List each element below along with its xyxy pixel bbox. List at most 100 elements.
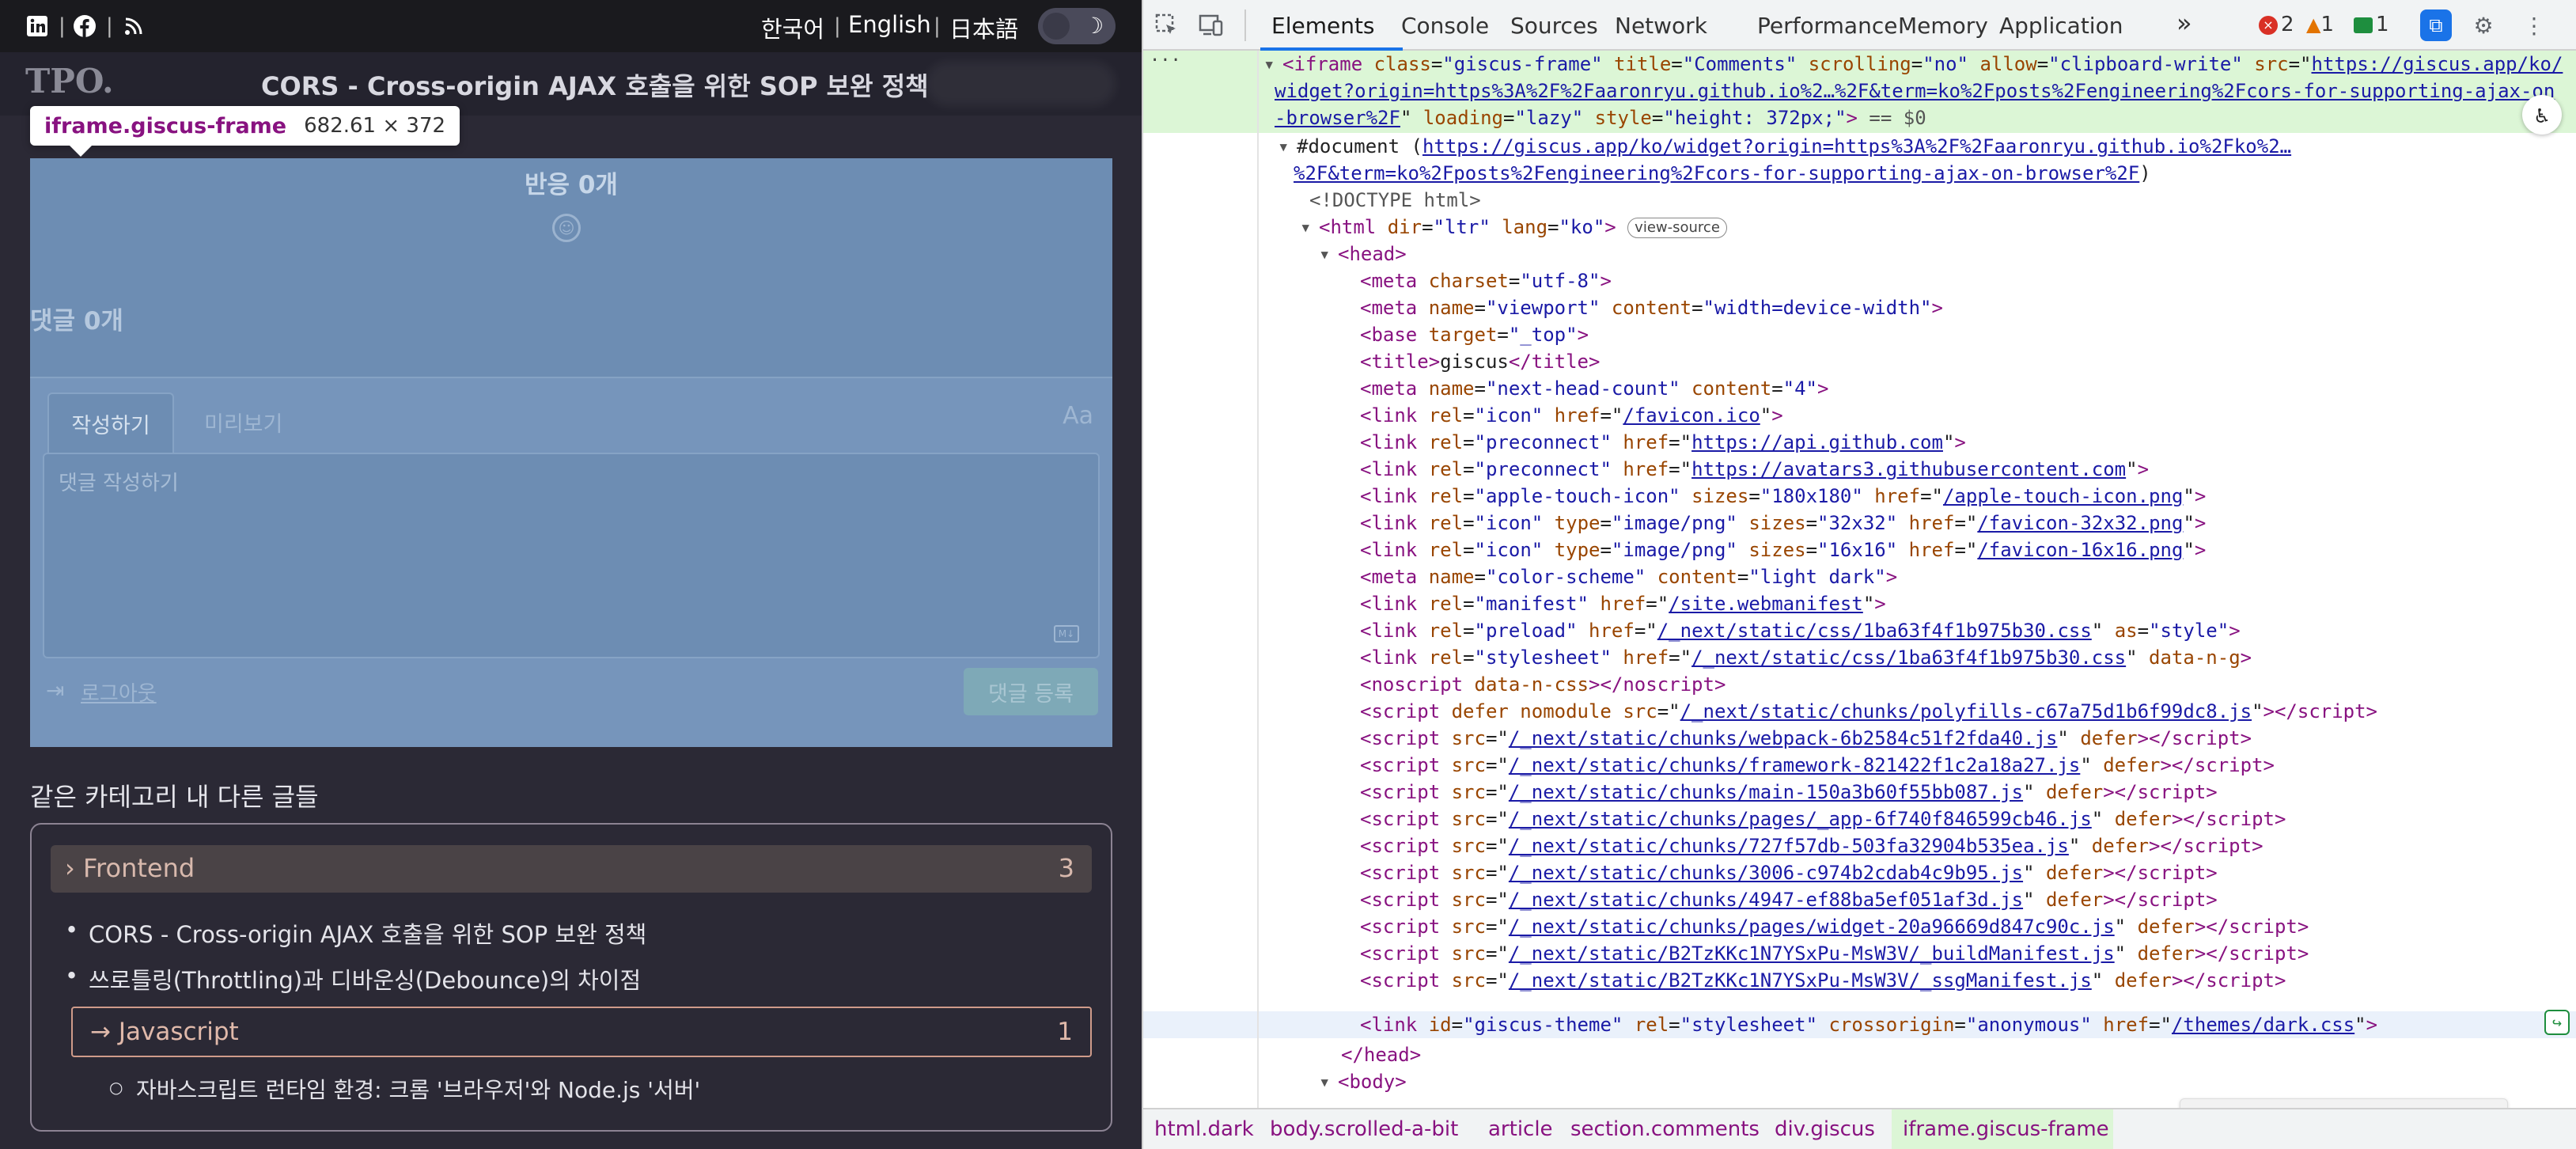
dom-node-link[interactable]: <link rel="apple-touch-icon" sizes="180x… bbox=[1360, 483, 2206, 510]
tab-memory[interactable]: Memory bbox=[1898, 13, 1988, 39]
dom-node-link[interactable]: <link rel="manifest" href="/site.webmani… bbox=[1360, 590, 1886, 617]
document-url-link[interactable]: %2F&term=ko%2Fposts%2Fengineering%2Fcors… bbox=[1294, 162, 2139, 184]
dom-node-script[interactable]: <script defer nomodule src="/_next/stati… bbox=[1360, 698, 2377, 725]
dom-node-script[interactable]: <script src="/_next/static/chunks/framew… bbox=[1360, 752, 2275, 779]
src-link[interactable]: /_next/static/B2TzKKc1N7YSxPu-MsW3V/_ssg… bbox=[1509, 969, 2092, 992]
attr-src-link[interactable]: -browser%2F bbox=[1275, 107, 1400, 129]
crumb-html[interactable]: html.dark bbox=[1154, 1117, 1254, 1141]
href-link[interactable]: /favicon-32x32.png bbox=[1977, 512, 2183, 534]
attr-src-link[interactable]: widget?origin=https%3A%2F%2Faaronryu.git… bbox=[1275, 80, 2555, 102]
dom-node-iframe[interactable]: ▾ <iframe class="giscus-frame" title="Com… bbox=[1263, 51, 2563, 78]
dom-node-title[interactable]: <title>giscus</title> bbox=[1360, 348, 1600, 375]
src-link[interactable]: /_next/static/B2TzKKc1N7YSxPu-MsW3V/_bui… bbox=[1509, 942, 2115, 965]
href-link[interactable]: https://avatars3.githubusercontent.com bbox=[1691, 458, 2126, 480]
logout-icon[interactable]: ⇥ bbox=[46, 677, 64, 703]
crumb-article[interactable]: article bbox=[1488, 1117, 1553, 1141]
href-link[interactable]: /themes/dark.css bbox=[2172, 1014, 2354, 1036]
dom-node-head[interactable]: ▾ <head> bbox=[1319, 241, 1407, 267]
src-link[interactable]: /_next/static/chunks/pages/widget-20a966… bbox=[1509, 916, 2115, 938]
dom-node-meta[interactable]: <meta name="next-head-count" content="4"… bbox=[1360, 375, 1828, 402]
site-logo[interactable]: TPO. bbox=[25, 62, 114, 100]
dom-node-meta[interactable]: <meta name="color-scheme" content="light… bbox=[1360, 563, 1897, 590]
dom-node-noscript[interactable]: <noscript data-n-css></noscript> bbox=[1360, 671, 1726, 698]
dom-node-script[interactable]: <script src="/_next/static/chunks/3006-c… bbox=[1360, 859, 2218, 886]
submit-comment-button[interactable]: 댓글 등록 bbox=[964, 668, 1098, 715]
kebab-menu-icon[interactable]: ⋮ bbox=[2520, 11, 2548, 40]
src-link[interactable]: /_next/static/chunks/polyfills-c67a75d1b… bbox=[1680, 700, 2252, 722]
href-link[interactable]: /apple-touch-icon.png bbox=[1943, 485, 2183, 507]
dom-node-link[interactable]: <link rel="preconnect" href="https://ava… bbox=[1360, 456, 2149, 483]
tab-application[interactable]: Application bbox=[1999, 13, 2123, 39]
select-element-icon[interactable] bbox=[1153, 11, 1181, 40]
dom-node-html[interactable]: ▾ <html dir="ltr" lang="ko"> view-source bbox=[1300, 214, 1727, 241]
dom-node-script[interactable]: <script src="/_next/static/B2TzKKc1N7YSx… bbox=[1360, 940, 2309, 967]
node-options-icon[interactable]: ··· bbox=[1150, 51, 1181, 70]
linkedin-icon[interactable] bbox=[25, 14, 49, 38]
dom-node-script[interactable]: <script src="/_next/static/chunks/727f57… bbox=[1360, 832, 2263, 859]
inspector-icon[interactable]: ⧉ bbox=[2420, 9, 2452, 41]
crumb-section[interactable]: section.comments bbox=[1570, 1117, 1760, 1141]
href-link[interactable]: /site.webmanifest bbox=[1669, 593, 1863, 615]
dom-node-link[interactable]: <link rel="icon" href="/favicon.ico"> bbox=[1360, 402, 1783, 429]
crumb-body[interactable]: body.scrolled-a-bit bbox=[1270, 1117, 1458, 1141]
attr-src-link[interactable]: https://giscus.app/ko/ bbox=[2312, 53, 2563, 75]
dom-node-script[interactable]: <script src="/_next/static/B2TzKKc1N7YSx… bbox=[1360, 967, 2286, 994]
dom-node-script[interactable]: <script src="/_next/static/chunks/webpac… bbox=[1360, 725, 2252, 752]
dom-node-script[interactable]: <script src="/_next/static/chunks/pages/… bbox=[1360, 806, 2286, 832]
href-link[interactable]: /_next/static/css/1ba63f4f1b975b30.css bbox=[1657, 620, 2092, 642]
src-link[interactable]: /_next/static/chunks/main-150a3b60f55bb0… bbox=[1509, 781, 2023, 803]
more-tabs-icon[interactable]: » bbox=[2176, 8, 2192, 38]
crumb-div[interactable]: div.giscus bbox=[1775, 1117, 1875, 1141]
dom-node-link[interactable]: <link rel="preload" href="/_next/static/… bbox=[1360, 617, 2241, 644]
collapse-icon[interactable]: ▾ bbox=[1263, 51, 1282, 78]
src-link[interactable]: /_next/static/chunks/4947-ef88ba5ef051af… bbox=[1509, 889, 2023, 911]
dom-node-link[interactable]: <link rel="preconnect" href="https://api… bbox=[1360, 429, 1966, 456]
lang-korean[interactable]: 한국어 bbox=[761, 11, 824, 44]
href-link[interactable]: /favicon-16x16.png bbox=[1977, 539, 2183, 561]
tab-preview[interactable]: 미리보기 bbox=[204, 407, 282, 438]
text-format-icon[interactable]: Aa bbox=[1063, 402, 1093, 430]
dom-node-meta[interactable]: <meta charset="utf-8"> bbox=[1360, 267, 1612, 294]
document-url-link[interactable]: https://giscus.app/ko/widget?origin=http… bbox=[1422, 135, 2291, 157]
src-link[interactable]: /_next/static/chunks/727f57db-503fa32904… bbox=[1509, 835, 2069, 857]
lang-japanese[interactable]: 日本語 bbox=[949, 11, 1018, 44]
category-javascript[interactable]: → Javascript 1 bbox=[71, 1007, 1092, 1057]
errors-badge[interactable]: × 2 bbox=[2259, 13, 2294, 36]
dom-node-base[interactable]: <base target="_top"> bbox=[1360, 321, 1589, 348]
tab-elements[interactable]: Elements bbox=[1271, 13, 1375, 39]
rss-icon[interactable] bbox=[122, 14, 146, 38]
device-toolbar-icon[interactable] bbox=[1197, 11, 1225, 40]
info-badge[interactable]: 1 bbox=[2354, 13, 2389, 36]
dom-node-link[interactable]: <link rel="stylesheet" href="/_next/stat… bbox=[1360, 644, 2252, 671]
dom-node-script[interactable]: <script src="/_next/static/chunks/pages/… bbox=[1360, 913, 2309, 940]
lang-english[interactable]: English bbox=[848, 11, 931, 38]
tab-performance[interactable]: Performance bbox=[1757, 13, 1897, 39]
dom-node-doctype[interactable]: <!DOCTYPE html> bbox=[1309, 187, 1481, 214]
dom-node-link[interactable]: <link rel="icon" type="image/png" sizes=… bbox=[1360, 510, 2206, 537]
gear-icon[interactable]: ⚙ bbox=[2469, 11, 2498, 40]
related-post-link[interactable]: CORS - Cross-origin AJAX 호출을 위한 SOP 보완 정… bbox=[65, 916, 646, 950]
tab-console[interactable]: Console bbox=[1401, 13, 1489, 39]
dom-node-link[interactable]: <link rel="icon" type="image/png" sizes=… bbox=[1360, 537, 2206, 563]
src-link[interactable]: /_next/static/chunks/3006-c974b2cdab4c9b… bbox=[1509, 862, 2023, 884]
warnings-badge[interactable]: ▲1 bbox=[2306, 13, 2334, 36]
facebook-icon[interactable] bbox=[73, 14, 97, 38]
dom-node-meta[interactable]: <meta name="viewport" content="width=dev… bbox=[1360, 294, 1943, 321]
crumb-iframe[interactable]: iframe.giscus-frame bbox=[1903, 1117, 2109, 1141]
tab-write[interactable]: 작성하기 bbox=[47, 392, 174, 453]
logout-link[interactable]: 로그아웃 bbox=[81, 677, 157, 707]
href-link[interactable]: /favicon.ico bbox=[1623, 404, 1760, 427]
theme-toggle[interactable]: ☽ bbox=[1038, 8, 1116, 44]
comment-textarea[interactable]: 댓글 작성하기 M↓ bbox=[43, 453, 1100, 658]
href-link[interactable]: https://api.github.com bbox=[1691, 431, 1943, 453]
src-link[interactable]: /_next/static/chunks/webpack-6b2584c51f2… bbox=[1509, 727, 2058, 749]
dom-node-script[interactable]: <script src="/_next/static/chunks/4947-e… bbox=[1360, 886, 2218, 913]
dom-node-link-theme[interactable]: <link id="giscus-theme" rel="stylesheet"… bbox=[1360, 1011, 2377, 1038]
href-link[interactable]: /_next/static/css/1ba63f4f1b975b30.css bbox=[1691, 647, 2126, 669]
dom-node-head-close[interactable]: </head> bbox=[1341, 1041, 1421, 1068]
tab-network[interactable]: Network bbox=[1615, 13, 1707, 39]
add-style-icon[interactable]: ↪ bbox=[2544, 1010, 2570, 1035]
accessibility-icon[interactable]: ♿ bbox=[2522, 95, 2562, 135]
related-post-link[interactable]: 자바스크립트 런타임 환경: 크롬 '브라우저'와 Node.js '서버' bbox=[109, 1073, 700, 1105]
dom-node-document[interactable]: ▾ #document (https://giscus.app/ko/widget… bbox=[1278, 133, 2291, 160]
